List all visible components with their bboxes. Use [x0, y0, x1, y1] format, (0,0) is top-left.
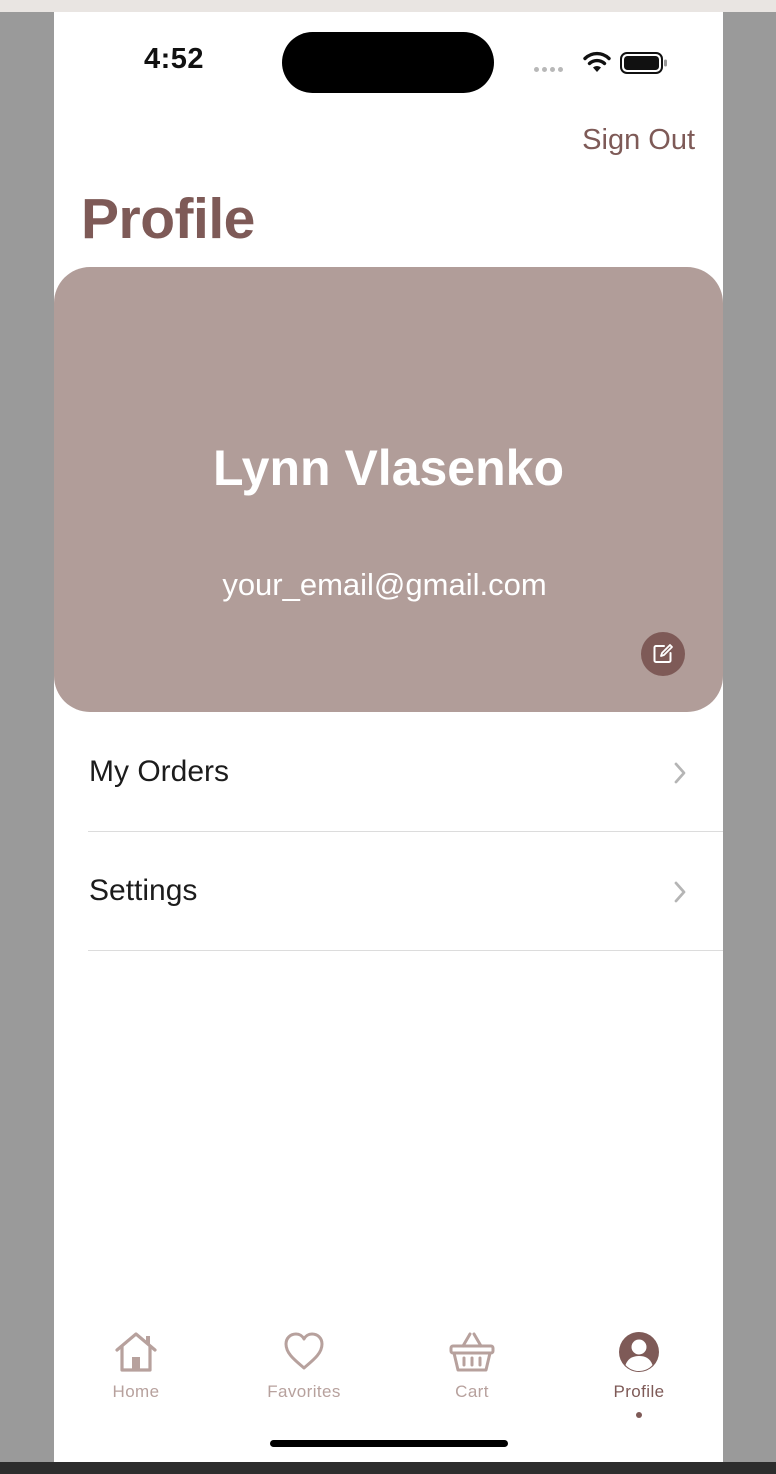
home-icon — [115, 1332, 157, 1372]
tab-home[interactable]: Home — [71, 1322, 201, 1422]
signal-icon — [542, 67, 547, 72]
basket-icon — [449, 1332, 495, 1372]
dynamic-island — [282, 32, 494, 93]
menu-item-settings[interactable]: Settings — [88, 832, 723, 951]
status-time: 4:52 — [144, 43, 205, 75]
window-bottom-bar — [0, 1462, 776, 1474]
window-top-bar — [0, 0, 776, 12]
signal-icon — [550, 67, 555, 72]
status-icons — [532, 48, 672, 78]
tab-label: Favorites — [267, 1382, 341, 1401]
tab-profile[interactable]: Profile — [574, 1322, 704, 1422]
tab-label: Cart — [455, 1382, 489, 1401]
signal-icon — [534, 67, 539, 72]
home-indicator — [270, 1440, 508, 1447]
chevron-right-icon — [674, 881, 686, 903]
page-title: Profile — [81, 187, 255, 251]
signal-icon — [558, 67, 563, 72]
profile-card: Lynn Vlasenko your_email@gmail.com — [54, 267, 723, 712]
user-circle-icon — [619, 1332, 659, 1372]
menu-item-label: My Orders — [89, 755, 230, 788]
profile-name: Lynn Vlasenko — [212, 440, 565, 496]
tab-label: Profile — [613, 1382, 665, 1401]
phone-screen: 4:52 Sign Out Profile Lynn Vlasenko your… — [54, 12, 723, 1462]
wifi-icon — [583, 51, 611, 72]
edit-profile-button[interactable] — [641, 632, 685, 676]
tab-favorites[interactable]: Favorites — [239, 1322, 369, 1422]
active-tab-indicator — [636, 1412, 642, 1418]
heart-icon — [284, 1332, 324, 1370]
menu-item-label: Settings — [89, 874, 198, 907]
profile-email: your_email@gmail.com — [222, 567, 547, 602]
menu-item-my-orders[interactable]: My Orders — [88, 713, 723, 832]
sign-out-button[interactable]: Sign Out — [582, 124, 695, 157]
tab-label: Home — [112, 1382, 160, 1401]
edit-icon — [653, 644, 673, 663]
tab-bar: Home Favorites Cart Profile — [54, 1322, 723, 1422]
chevron-right-icon — [674, 762, 686, 784]
battery-icon — [620, 52, 667, 74]
tab-cart[interactable]: Cart — [407, 1322, 537, 1422]
